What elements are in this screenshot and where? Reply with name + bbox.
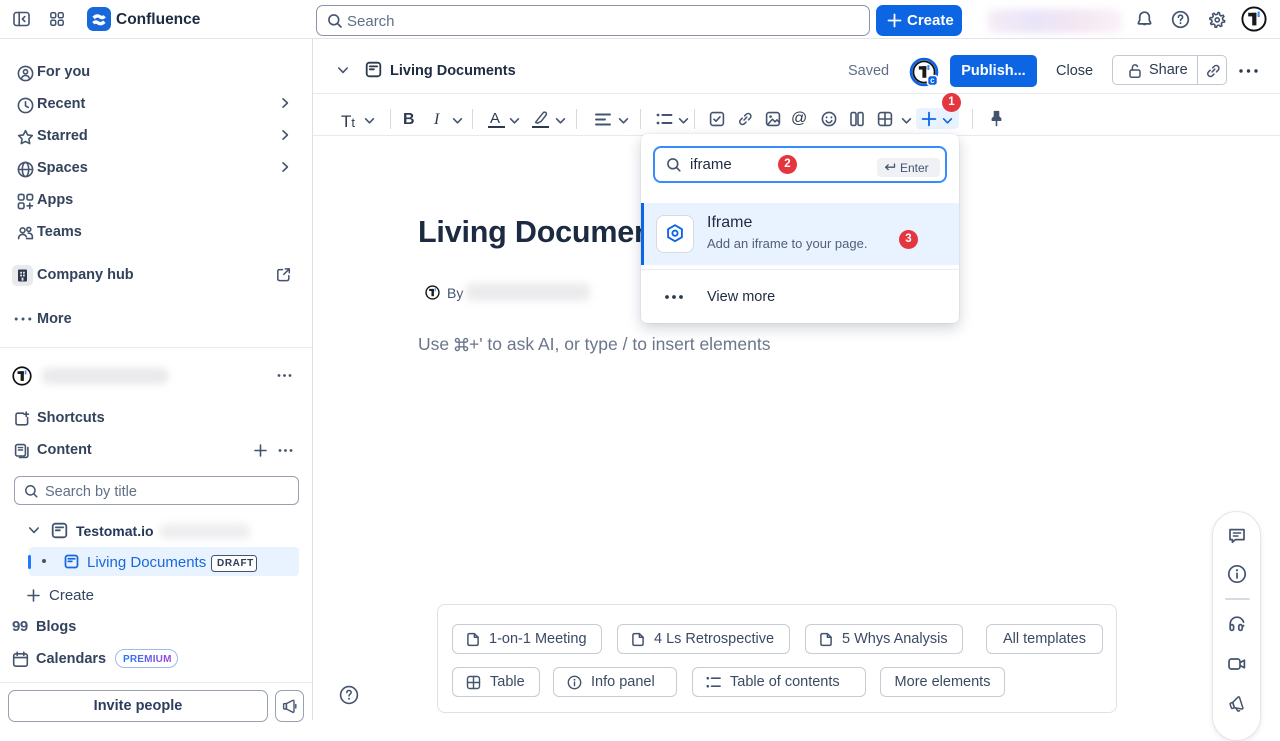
svg-text:c: c — [930, 76, 935, 85]
